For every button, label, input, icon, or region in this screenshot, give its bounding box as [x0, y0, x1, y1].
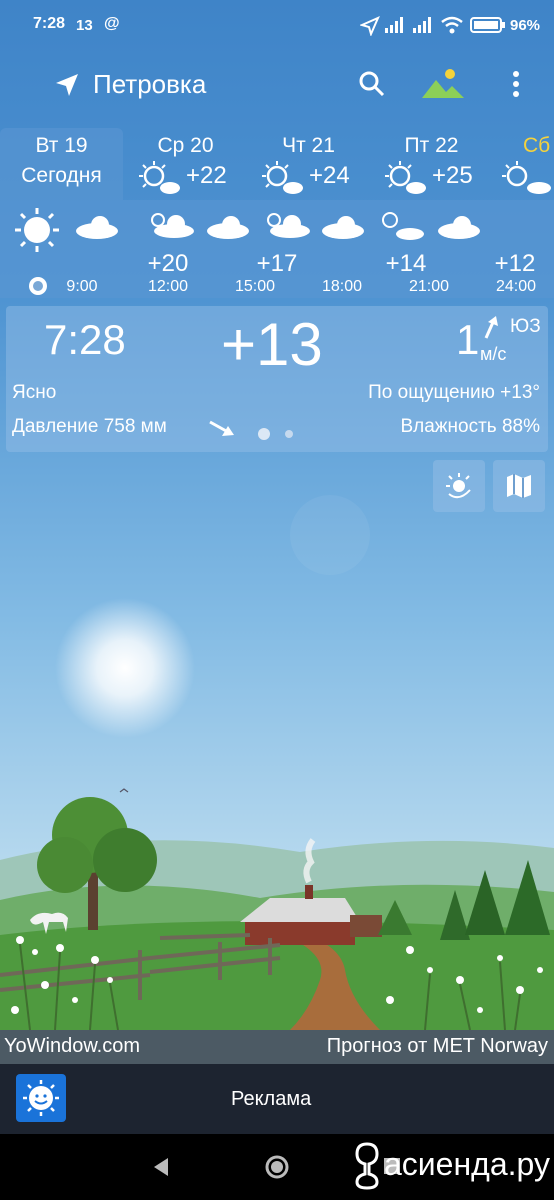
status-at: @ [104, 15, 120, 32]
hour-temp: +12 [494, 250, 536, 277]
humidity: Влажность 88% [400, 416, 540, 437]
signal-icon-2 [413, 17, 431, 33]
page-indicator-dot [285, 430, 293, 438]
landscape-icon[interactable] [420, 66, 466, 100]
day-tab[interactable]: Пт 22 +25 [370, 128, 493, 200]
day-tab[interactable]: Чт 21 +24 [247, 128, 370, 200]
footer-bar: YoWindow.com Прогноз от MET Norway [0, 1030, 554, 1064]
back-icon[interactable] [150, 1156, 172, 1178]
sun-cloud-icon [151, 213, 194, 238]
sun-cloud-icon [262, 161, 303, 194]
bird [119, 788, 129, 793]
current-conditions-card[interactable]: 7:28 +13 1 ЮЗ м/с Ясно По ощущению +13° … [6, 306, 548, 452]
day-sub-label: Сегодня [21, 164, 102, 187]
location-name[interactable]: Петровка [93, 69, 206, 100]
wind-direction-arrow-icon [484, 316, 498, 339]
more-menu-icon[interactable] [508, 70, 524, 100]
battery-percent: 96% [510, 17, 541, 34]
app-logo-icon [16, 1074, 66, 1122]
day-label: Пт 22 [404, 134, 459, 157]
day-label: Сб [523, 134, 551, 157]
ad-banner[interactable]: Реклама [0, 1064, 554, 1134]
day-temp: +24 [309, 162, 350, 189]
status-bar: 7:28 13 @ 96% [0, 0, 554, 50]
smiling-sun-icon [23, 1080, 59, 1116]
cloud-icon [76, 216, 118, 239]
system-nav-bar: асиенда.ру [0, 1134, 554, 1200]
app-header: Петровка [0, 52, 554, 116]
sun-cloud-icon [139, 161, 180, 194]
watermark-logo-icon [355, 1142, 379, 1190]
pressure: Давление 758 мм [12, 416, 167, 437]
cloud-icon [438, 216, 480, 239]
hour-time: 18:00 [321, 278, 363, 295]
search-icon[interactable] [358, 70, 386, 98]
day-temp: +25 [432, 162, 473, 189]
location-arrow-icon[interactable] [54, 72, 80, 98]
cloud-icon [322, 216, 364, 239]
watermark: асиенда.ру [350, 1136, 550, 1196]
hour-time: 21:00 [408, 278, 450, 295]
day-tab[interactable]: Сб [493, 128, 554, 200]
current-time: 7:28 [44, 316, 126, 363]
hour-temp: +17 [256, 250, 298, 277]
watermark-text: асиенда.ру [384, 1146, 550, 1182]
battery-icon [470, 17, 505, 33]
brand-link[interactable]: YoWindow.com [4, 1035, 140, 1058]
signal-icon [385, 17, 403, 33]
cloud-icon [207, 216, 249, 239]
day-label: Ср 20 [157, 134, 214, 157]
sun [55, 598, 195, 738]
hour-time: 12:00 [147, 278, 189, 295]
wind-direction: ЮЗ [510, 316, 541, 337]
hour-time: 9:00 [66, 278, 98, 295]
feels-like: По ощущению +13° [368, 382, 540, 403]
house-wall [245, 920, 355, 945]
hour-time: 24:00 [495, 278, 537, 295]
sun-icon [15, 208, 59, 252]
current-temp: +13 [221, 311, 323, 378]
status-temp: 13 [76, 17, 93, 34]
pressure-trend-arrow-icon [209, 420, 234, 436]
ad-label: Реклама [231, 1088, 312, 1110]
lens-flare [290, 495, 370, 575]
sun-cloud-icon [502, 161, 551, 194]
hour-temp: +14 [385, 250, 427, 277]
tree-crown [37, 837, 93, 893]
day-tab-today[interactable]: Вт 19 Сегодня [0, 128, 123, 200]
wind-speed: 1 [456, 316, 480, 363]
day-label: Вт 19 [35, 134, 88, 157]
location-arrow-icon [360, 16, 380, 36]
hour-temp: +20 [147, 250, 189, 277]
wind-unit: м/с [480, 344, 507, 364]
weather-landscape-scene [0, 495, 554, 1030]
sun-cloud-icon [267, 213, 310, 238]
tree-crown [93, 828, 157, 892]
day-temp: +22 [186, 162, 227, 189]
day-label: Чт 21 [282, 134, 335, 157]
wifi-icon [441, 16, 463, 34]
status-time: 7:28 [33, 15, 66, 32]
day-tab[interactable]: Ср 20 +22 [124, 128, 247, 200]
forecast-credit[interactable]: Прогноз от MET Norway [327, 1035, 548, 1058]
hour-time: 15:00 [234, 278, 276, 295]
chimney [305, 885, 313, 899]
shed [350, 915, 382, 937]
home-icon[interactable] [264, 1154, 290, 1180]
page-indicator-dot-active [258, 428, 270, 440]
condition-text: Ясно [12, 382, 57, 403]
sun-cloud-icon [385, 161, 426, 194]
sun-cloud-icon [382, 212, 424, 240]
